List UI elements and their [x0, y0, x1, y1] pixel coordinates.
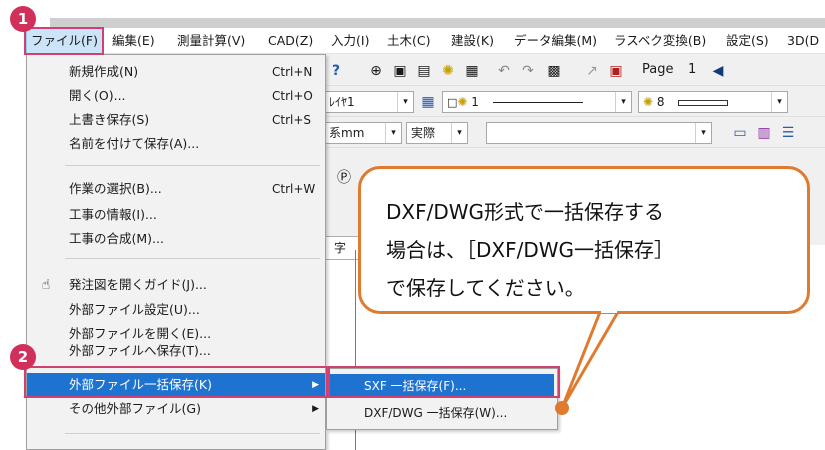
callout-pointer-cover [601, 309, 617, 313]
callout-anchor-dot [555, 401, 569, 415]
